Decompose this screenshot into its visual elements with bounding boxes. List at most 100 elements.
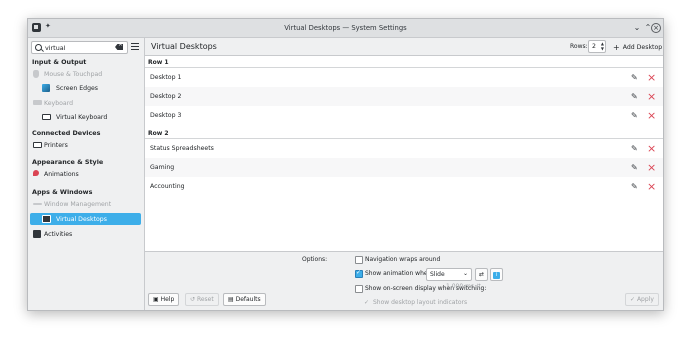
animation-settings-button[interactable]: ⇄ [475, 268, 488, 281]
help-button-label: Help [160, 296, 175, 303]
mouse-icon [33, 70, 39, 78]
delete-icon[interactable]: × [647, 71, 656, 84]
sidebar-item-activities[interactable]: Activities [30, 228, 141, 240]
animation-type-value: Slide [430, 271, 445, 278]
sidebar-item-printers[interactable]: Printers [30, 139, 141, 151]
help-button[interactable]: ▣ Help [148, 293, 180, 306]
virtual-keyboard-icon [42, 114, 51, 120]
search-icon [35, 44, 42, 51]
page-title: Virtual Desktops [151, 42, 217, 51]
sidebar-item-label: Virtual Desktops [56, 216, 107, 223]
help-icon: ▣ [153, 296, 161, 303]
defaults-button-label: Defaults [235, 296, 261, 303]
main-content: Virtual Desktops Rows: 2 ▲ ▼ + Add Desktop… [145, 38, 663, 310]
sidebar-item-label: Screen Edges [56, 85, 99, 92]
edit-icon[interactable]: ✎ [631, 163, 638, 172]
category-input-output: Input & Output [32, 58, 87, 66]
keyboard-icon [33, 100, 42, 105]
animation-info-button[interactable]: i [490, 268, 503, 281]
sidebar-item-virtual-desktops[interactable]: Virtual Desktops [30, 213, 141, 225]
sidebar: virtual Input & Output Mouse & Touchpad … [28, 38, 145, 310]
activities-icon [33, 230, 41, 238]
options-label: Options: [302, 256, 328, 263]
sidebar-item-label: Keyboard [44, 100, 74, 107]
minimize-button[interactable]: ⌄ [632, 22, 642, 33]
apply-button: ✓ Apply [625, 293, 659, 306]
virtual-desktops-icon [42, 215, 51, 223]
desktop-row[interactable]: Desktop 1 ✎ × [145, 68, 663, 87]
system-settings-window: ✦ Virtual Desktops — System Settings ⌄ ⌃… [27, 18, 664, 311]
delete-icon[interactable]: × [647, 109, 656, 122]
sidebar-item-label: Printers [44, 142, 68, 149]
animations-icon [33, 170, 39, 176]
desktop-row[interactable]: Status Spreadsheets ✎ × [145, 139, 663, 158]
edit-icon[interactable]: ✎ [631, 111, 638, 120]
titlebar[interactable]: ✦ Virtual Desktops — System Settings ⌄ ⌃… [28, 19, 663, 38]
delete-icon[interactable]: × [647, 142, 656, 155]
spin-arrows-icon[interactable]: ▲ ▼ [601, 41, 604, 51]
delete-icon[interactable]: × [647, 180, 656, 193]
desktop-name: Desktop 2 [150, 93, 182, 100]
printer-icon [33, 142, 42, 148]
row-1-header: Row 1 [148, 59, 169, 66]
sidebar-item-window-management[interactable]: Window Management [30, 198, 141, 210]
edit-icon[interactable]: ✎ [631, 92, 638, 101]
sidebar-item-label: Virtual Keyboard [56, 114, 108, 121]
layout-indicators-label: Show desktop layout indicators [373, 299, 468, 306]
edit-icon[interactable]: ✎ [631, 182, 638, 191]
desktop-row[interactable]: Desktop 3 ✎ × [145, 106, 663, 125]
sidebar-item-label: Activities [44, 231, 73, 238]
defaults-button[interactable]: ▤ Defaults [223, 293, 266, 306]
hamburger-menu-icon[interactable] [131, 43, 139, 52]
show-animation-checkbox[interactable] [355, 269, 363, 278]
defaults-icon: ▤ [228, 296, 236, 303]
search-input[interactable]: virtual [31, 41, 128, 54]
desktop-name: Desktop 1 [150, 74, 182, 81]
sidebar-item-label: Mouse & Touchpad [44, 71, 103, 78]
add-desktop-label: Add Desktop [622, 44, 663, 51]
reset-button: ↺ Reset [185, 293, 219, 306]
delete-icon[interactable]: × [647, 90, 656, 103]
layout-indicators-checkbox: ✓ [364, 299, 370, 306]
sidebar-item-animations[interactable]: Animations [30, 168, 141, 180]
edit-icon[interactable]: ✎ [631, 73, 638, 82]
edit-icon[interactable]: ✎ [631, 144, 638, 153]
desktop-list: Row 1 Desktop 1 ✎ × Desktop 2 ✎ × Deskto… [145, 55, 663, 252]
rows-value: 2 [592, 43, 596, 50]
clear-search-icon[interactable] [115, 44, 123, 50]
category-apps-windows: Apps & Windows [32, 188, 93, 196]
delete-icon[interactable]: × [647, 161, 656, 174]
desktop-name: Accounting [150, 183, 185, 190]
osd-duration-spinbox: 1,000 ms ⇵ [446, 283, 481, 290]
reset-button-label: Reset [196, 296, 214, 303]
osd-duration-value: 1,000 ms [446, 283, 475, 290]
window-title: Virtual Desktops — System Settings [284, 24, 407, 32]
sidebar-item-label: Animations [44, 171, 79, 178]
sidebar-item-keyboard[interactable]: Keyboard [30, 97, 141, 109]
row-2-header: Row 2 [148, 130, 169, 137]
add-desktop-button[interactable]: + Add Desktop [613, 42, 663, 52]
show-osd-checkbox[interactable] [355, 285, 363, 293]
close-button[interactable]: × [651, 23, 661, 33]
animation-type-select[interactable]: Slide ⌄ [426, 268, 472, 281]
rows-label: Rows: [570, 43, 588, 50]
sidebar-item-virtual-keyboard[interactable]: Virtual Keyboard [30, 111, 141, 123]
window-management-icon [33, 203, 42, 205]
rows-spinbox[interactable]: 2 ▲ ▼ [588, 40, 606, 53]
desktop-row[interactable]: Desktop 2 ✎ × [145, 87, 663, 106]
category-appearance-style: Appearance & Style [32, 158, 104, 166]
navigation-wraps-checkbox[interactable] [355, 256, 363, 264]
sidebar-item-mouse-touchpad[interactable]: Mouse & Touchpad [30, 68, 141, 80]
desktop-row[interactable]: Gaming ✎ × [145, 158, 663, 177]
plus-icon: + [613, 43, 620, 52]
desktop-name: Desktop 3 [150, 112, 182, 119]
category-connected-devices: Connected Devices [32, 129, 101, 137]
sidebar-item-screen-edges[interactable]: Screen Edges [30, 82, 141, 94]
desktop-row[interactable]: Accounting ✎ × [145, 177, 663, 196]
sidebar-item-label: Window Management [44, 201, 112, 208]
desktop-name: Status Spreadsheets [150, 145, 214, 152]
apply-icon: ✓ [630, 296, 637, 303]
reset-icon: ↺ [190, 296, 197, 303]
search-value: virtual [45, 44, 66, 52]
navigation-wraps-label: Navigation wraps around [365, 256, 441, 263]
